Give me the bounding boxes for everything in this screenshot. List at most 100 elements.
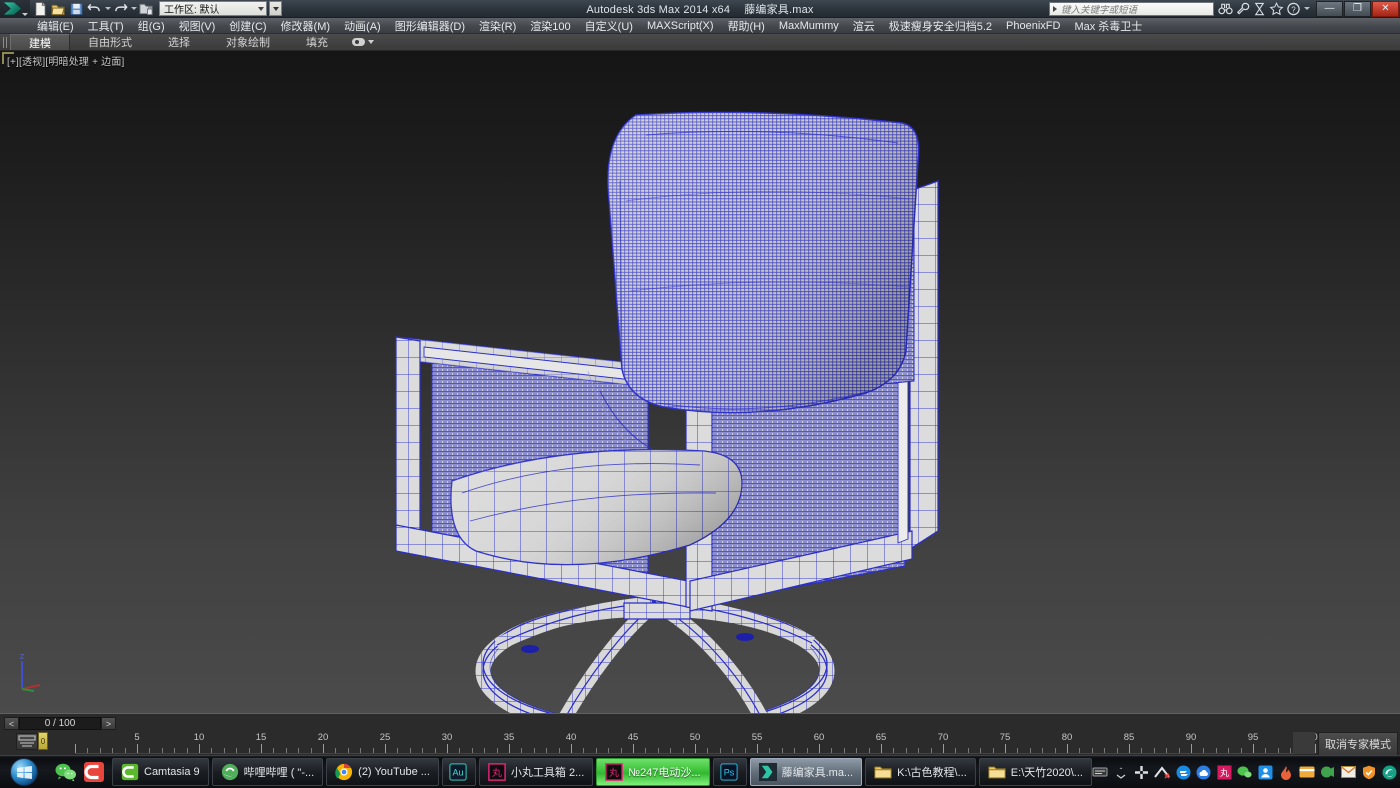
track-bar-ruler[interactable]: 5101520253035404550556065707580859095100 xyxy=(75,732,1315,754)
app-menu-caret-icon[interactable] xyxy=(22,13,28,16)
mail-icon[interactable] xyxy=(1341,764,1357,781)
close-button[interactable]: ✕ xyxy=(1372,1,1399,17)
help-icon[interactable]: ? xyxy=(1286,1,1301,16)
maximize-button[interactable]: ❐ xyxy=(1344,1,1371,17)
taskbar-item-bilibili[interactable]: 哔哩哔哩 ( "-... xyxy=(212,758,324,786)
frame-counter[interactable]: < 0 / 100 > xyxy=(4,717,116,730)
card-icon[interactable] xyxy=(1299,764,1315,781)
menu-item-create[interactable]: 创建(C) xyxy=(222,18,273,34)
menu-item-customize[interactable]: 自定义(U) xyxy=(578,18,640,34)
redo-dropdown-icon[interactable] xyxy=(130,1,137,17)
menu-item-maxscript[interactable]: MAXScript(X) xyxy=(640,18,721,34)
ruler-tick-label: 40 xyxy=(566,732,577,743)
menu-item-graph-editors[interactable]: 图形编辑器(D) xyxy=(388,18,472,34)
keyboard-icon[interactable] xyxy=(1092,764,1108,781)
windows-taskbar: Camtasia 9 哔哩哔哩 ( "-... (2) YouTu xyxy=(0,755,1400,788)
ruler-tick-minor xyxy=(931,748,932,753)
camtasia-icon[interactable] xyxy=(82,760,106,784)
app-logo-icon[interactable] xyxy=(0,0,30,18)
flame-icon[interactable] xyxy=(1278,764,1294,781)
ie-icon xyxy=(221,763,239,781)
ruler-tick-minor xyxy=(422,748,423,753)
taskbar-item-xiaowan-toolbox[interactable]: 丸 小丸工具箱 2... xyxy=(479,758,593,786)
taskbar-item-folder-e[interactable]: E:\天竹2020\... xyxy=(979,758,1092,786)
ribbon-drag-handle[interactable] xyxy=(0,34,10,50)
wechat-icon[interactable] xyxy=(54,760,78,784)
perspective-viewport[interactable]: [+][透视][明暗处理 + 边面] xyxy=(0,51,1400,713)
menu-item-archive[interactable]: 极速瘦身安全归档5.2 xyxy=(882,18,999,34)
taskbar-item-camtasia[interactable]: Camtasia 9 xyxy=(112,758,209,786)
ruler-tick-major xyxy=(323,744,324,753)
prev-frame-button[interactable]: < xyxy=(4,717,19,730)
taskbar-item-folder-k[interactable]: K:\古色教程\... xyxy=(865,758,976,786)
taskbar-item-label: E:\天竹2020\... xyxy=(1011,764,1083,780)
new-file-icon[interactable] xyxy=(32,1,49,17)
ruler-tick-major xyxy=(819,744,820,753)
menu-item-edit[interactable]: 编辑(E) xyxy=(30,18,81,34)
start-button[interactable] xyxy=(0,756,48,788)
ribbon-tab-object-paint[interactable]: 对象绘制 xyxy=(208,34,288,50)
minimize-button[interactable]: — xyxy=(1316,1,1343,17)
network-cut-icon[interactable] xyxy=(1154,764,1170,781)
time-slider-handle[interactable]: 0 xyxy=(38,732,48,750)
cancel-expert-mode-button[interactable]: 取消专家模式 xyxy=(1318,732,1398,756)
ruler-tick-minor xyxy=(968,748,969,753)
wechat-tray-icon[interactable] xyxy=(1237,764,1253,781)
taskbar-item-3dsmax[interactable]: 藤编家具.ma... xyxy=(750,758,863,786)
menu-item-tools[interactable]: 工具(T) xyxy=(81,18,131,34)
undo-dropdown-icon[interactable] xyxy=(104,1,111,17)
menu-item-maxmummy[interactable]: MaxMummy xyxy=(772,18,846,34)
ribbon-tab-freeform[interactable]: 自由形式 xyxy=(70,34,150,50)
undo-icon[interactable] xyxy=(86,1,103,17)
wrench-icon[interactable] xyxy=(1235,1,1250,16)
current-frame-display[interactable]: 0 / 100 xyxy=(19,717,101,730)
ruler-tick-minor xyxy=(993,748,994,753)
recording-icon[interactable] xyxy=(1320,764,1336,781)
taskbar-item-no247-video[interactable]: 丸 №247电动沙... xyxy=(596,758,709,786)
ribbon-tab-populate[interactable]: 填充 xyxy=(288,34,346,50)
menu-item-render100[interactable]: 渲染100 xyxy=(523,18,577,34)
search-input[interactable]: 键入关键字或短语 xyxy=(1049,2,1214,16)
menu-item-modifiers[interactable]: 修改器(M) xyxy=(274,18,338,34)
chair-model[interactable] xyxy=(0,51,1400,713)
ruler-tick-minor xyxy=(298,748,299,753)
redo-icon[interactable] xyxy=(112,1,129,17)
edge-icon[interactable] xyxy=(1382,764,1398,781)
ruler-tick-major xyxy=(1067,744,1068,753)
audition-icon: Au xyxy=(449,763,467,781)
show-hidden-icons-icon[interactable]: ⌃ xyxy=(1113,764,1129,781)
next-frame-button[interactable]: > xyxy=(101,717,116,730)
hourglass-icon[interactable] xyxy=(1252,1,1267,16)
menu-item-renderyun[interactable]: 渲云 xyxy=(846,18,882,34)
taskbar-item-audition[interactable]: Au xyxy=(442,758,476,786)
menu-item-rendering[interactable]: 渲染(R) xyxy=(472,18,523,34)
star-icon[interactable] xyxy=(1269,1,1284,16)
menu-item-views[interactable]: 视图(V) xyxy=(172,18,223,34)
workspace-dropdown-button[interactable] xyxy=(269,1,282,16)
workspace-selector[interactable]: 工作区: 默认 xyxy=(159,1,267,16)
save-file-icon[interactable] xyxy=(68,1,85,17)
ribbon-minimize-control[interactable] xyxy=(346,34,380,50)
wanjia-icon[interactable]: 丸 xyxy=(1217,764,1233,781)
open-file-icon[interactable] xyxy=(50,1,67,17)
taskbar-item-photoshop[interactable]: Ps xyxy=(713,758,747,786)
ribbon-tab-selection[interactable]: 选择 xyxy=(150,34,208,50)
set-project-folder-icon[interactable] xyxy=(138,1,155,17)
menu-item-animation[interactable]: 动画(A) xyxy=(337,18,388,34)
binoculars-icon[interactable] xyxy=(1218,1,1233,16)
xunlei-icon[interactable] xyxy=(1175,764,1191,781)
shield-icon[interactable] xyxy=(1361,764,1377,781)
contacts-icon[interactable] xyxy=(1258,764,1274,781)
ribbon-tab-modeling[interactable]: 建模 xyxy=(10,34,70,50)
menu-item-group[interactable]: 组(G) xyxy=(131,18,172,34)
menu-item-help[interactable]: 帮助(H) xyxy=(721,18,772,34)
ruler-tick-major xyxy=(571,744,572,753)
snipping-icon[interactable] xyxy=(1134,764,1150,781)
menu-item-phoenixfd[interactable]: PhoenixFD xyxy=(999,18,1067,34)
taskbar-item-youtube[interactable]: (2) YouTube ... xyxy=(326,758,439,786)
menu-item-antivirus[interactable]: Max 杀毒卫士 xyxy=(1067,18,1149,34)
help-dropdown-icon[interactable] xyxy=(1303,1,1310,17)
ruler-tick-minor xyxy=(1166,748,1167,753)
baidu-netdisk-icon[interactable] xyxy=(1196,764,1212,781)
open-mini-curve-editor-icon[interactable] xyxy=(16,733,38,750)
